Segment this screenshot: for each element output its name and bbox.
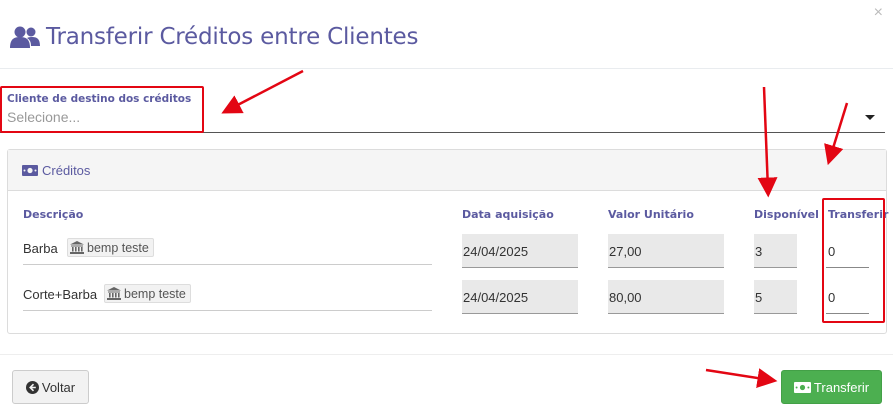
annotation-arrow — [705, 368, 778, 388]
col-header-descricao: Descrição — [23, 208, 84, 221]
transfer-button-label: Transferir — [813, 379, 870, 395]
chevron-down-icon[interactable] — [865, 115, 875, 120]
col-header-valor-unitario: Valor Unitário — [608, 208, 694, 221]
back-button-label: Voltar — [41, 379, 76, 395]
establishment-badge: bemp teste — [104, 284, 191, 303]
table-row-description: Barba bemp teste — [23, 235, 432, 265]
transfer-button[interactable]: Transferir — [781, 370, 882, 404]
close-icon[interactable]: × — [874, 4, 883, 22]
credit-description: Barba — [23, 241, 58, 256]
users-icon — [10, 26, 40, 48]
establishment-name: bemp teste — [87, 240, 149, 255]
data-aquisicao-field: 24/04/2025 — [462, 234, 578, 268]
col-header-disponivel: Disponível — [754, 208, 819, 221]
modal-header: Transferir Créditos entre Clientes × — [0, 0, 893, 69]
bank-icon — [70, 241, 84, 254]
credits-card-header: Créditos — [8, 150, 886, 191]
credits-card-title: Créditos — [42, 162, 91, 178]
money-bill-icon — [22, 164, 38, 176]
title-wrap: Transferir Créditos entre Clientes — [10, 24, 418, 50]
bank-icon — [107, 287, 121, 300]
back-button[interactable]: Voltar — [12, 370, 89, 404]
footer-divider — [0, 354, 893, 355]
money-bill-icon — [793, 381, 811, 393]
valor-unitario-field: 80,00 — [608, 280, 724, 314]
col-header-data-aquisicao: Data aquisição — [462, 208, 554, 221]
arrow-circle-left-icon — [25, 380, 39, 394]
table-row-description: Corte+Barba bemp teste — [23, 281, 432, 311]
credit-description: Corte+Barba — [23, 287, 98, 302]
disponivel-field: 5 — [754, 280, 797, 314]
modal-title: Transferir Créditos entre Clientes — [46, 24, 419, 50]
annotation-box-client-select — [0, 86, 204, 133]
data-aquisicao-field: 24/04/2025 — [462, 280, 578, 314]
establishment-name: bemp teste — [124, 286, 186, 301]
annotation-box-transferir-column — [822, 198, 885, 323]
valor-unitario-field: 27,00 — [608, 234, 724, 268]
disponivel-field: 3 — [754, 234, 797, 268]
establishment-badge: bemp teste — [67, 238, 154, 257]
